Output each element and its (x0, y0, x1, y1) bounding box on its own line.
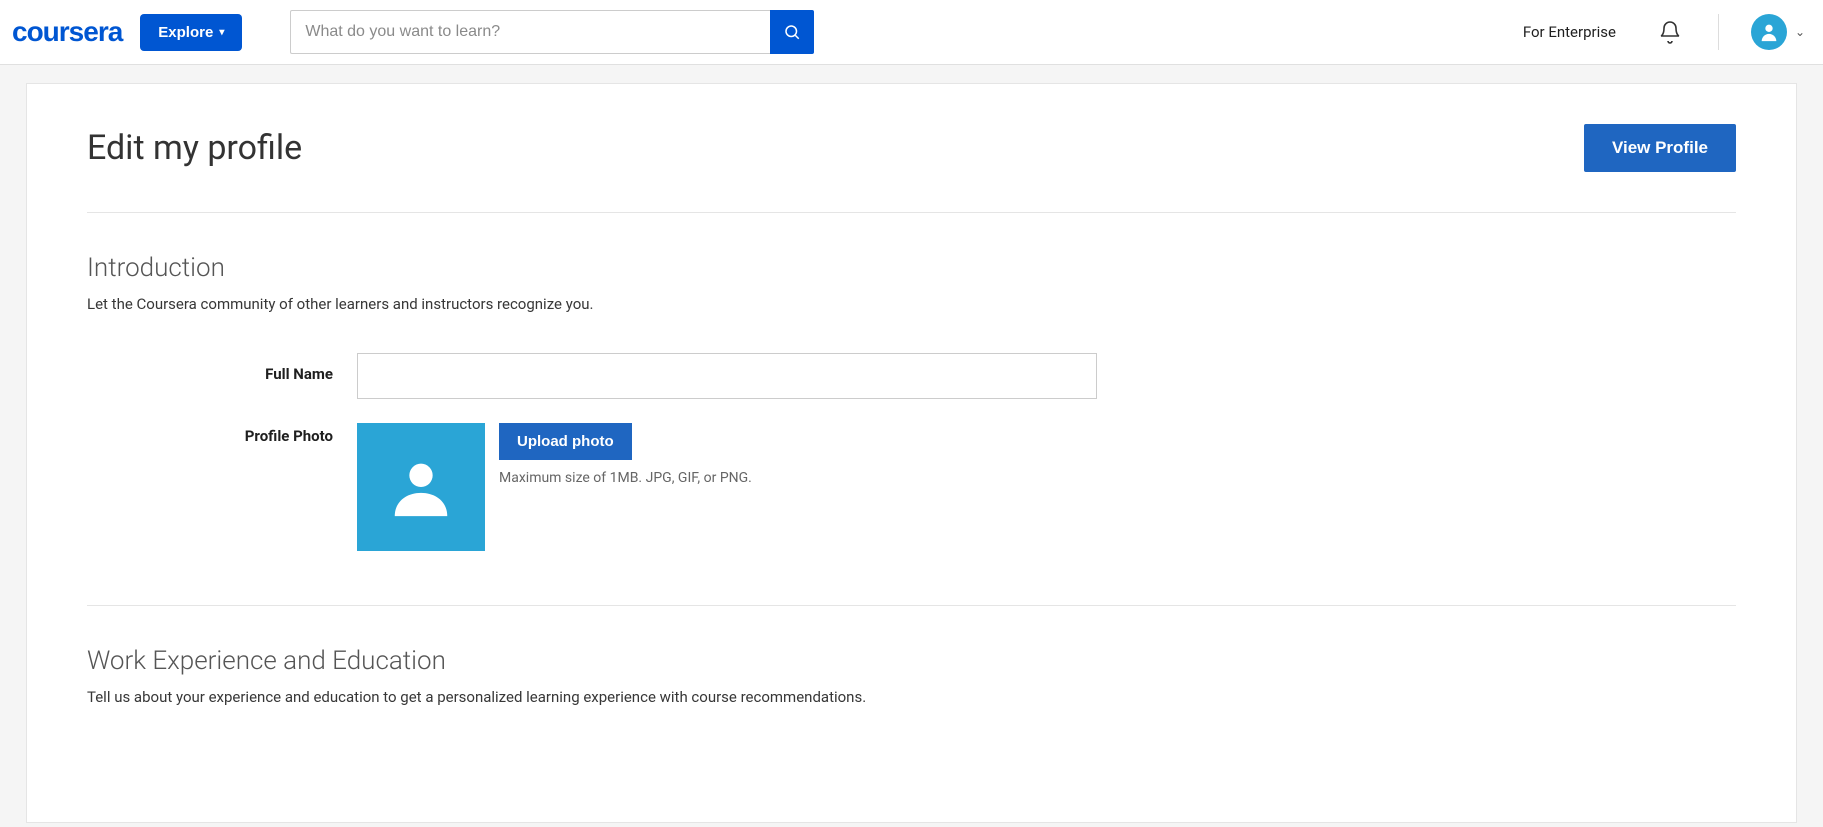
chevron-down-icon: ⌄ (1795, 25, 1805, 39)
search-button[interactable] (770, 10, 814, 54)
upload-photo-button[interactable]: Upload photo (499, 423, 632, 460)
title-row: Edit my profile View Profile (87, 124, 1736, 172)
full-name-row: Full Name (87, 353, 1736, 399)
header-divider (1718, 14, 1719, 50)
introduction-description: Let the Coursera community of other lear… (87, 295, 1736, 313)
explore-label: Explore (158, 24, 213, 41)
introduction-heading: Introduction (87, 253, 1736, 283)
explore-button[interactable]: Explore ▾ (140, 14, 242, 51)
coursera-logo[interactable]: coursera (12, 16, 122, 48)
bell-icon (1658, 20, 1682, 44)
upload-hint: Maximum size of 1MB. JPG, GIF, or PNG. (499, 470, 752, 486)
profile-photo-row: Profile Photo Upload photo Maximum size … (87, 423, 1736, 551)
person-icon (386, 452, 456, 522)
profile-photo-placeholder (357, 423, 485, 551)
for-enterprise-link[interactable]: For Enterprise (1523, 23, 1616, 41)
search-bar (290, 10, 814, 54)
global-header: coursera Explore ▾ For Enterprise ⌄ (0, 0, 1823, 65)
chevron-down-icon: ▾ (219, 27, 224, 38)
avatar (1751, 14, 1787, 50)
search-icon (783, 23, 801, 41)
search-input[interactable] (290, 10, 770, 54)
profile-photo-label: Profile Photo (87, 423, 357, 445)
full-name-label: Full Name (87, 353, 357, 383)
page-card: Edit my profile View Profile Introductio… (26, 83, 1797, 823)
view-profile-button[interactable]: View Profile (1584, 124, 1736, 172)
divider (87, 605, 1736, 606)
divider (87, 212, 1736, 213)
work-description: Tell us about your experience and educat… (87, 688, 1736, 706)
page-title: Edit my profile (87, 128, 302, 168)
full-name-input[interactable] (357, 353, 1097, 399)
person-icon (1758, 21, 1780, 43)
user-menu[interactable]: ⌄ (1751, 14, 1811, 50)
work-heading: Work Experience and Education (87, 646, 1736, 676)
notifications-button[interactable] (1654, 20, 1686, 44)
